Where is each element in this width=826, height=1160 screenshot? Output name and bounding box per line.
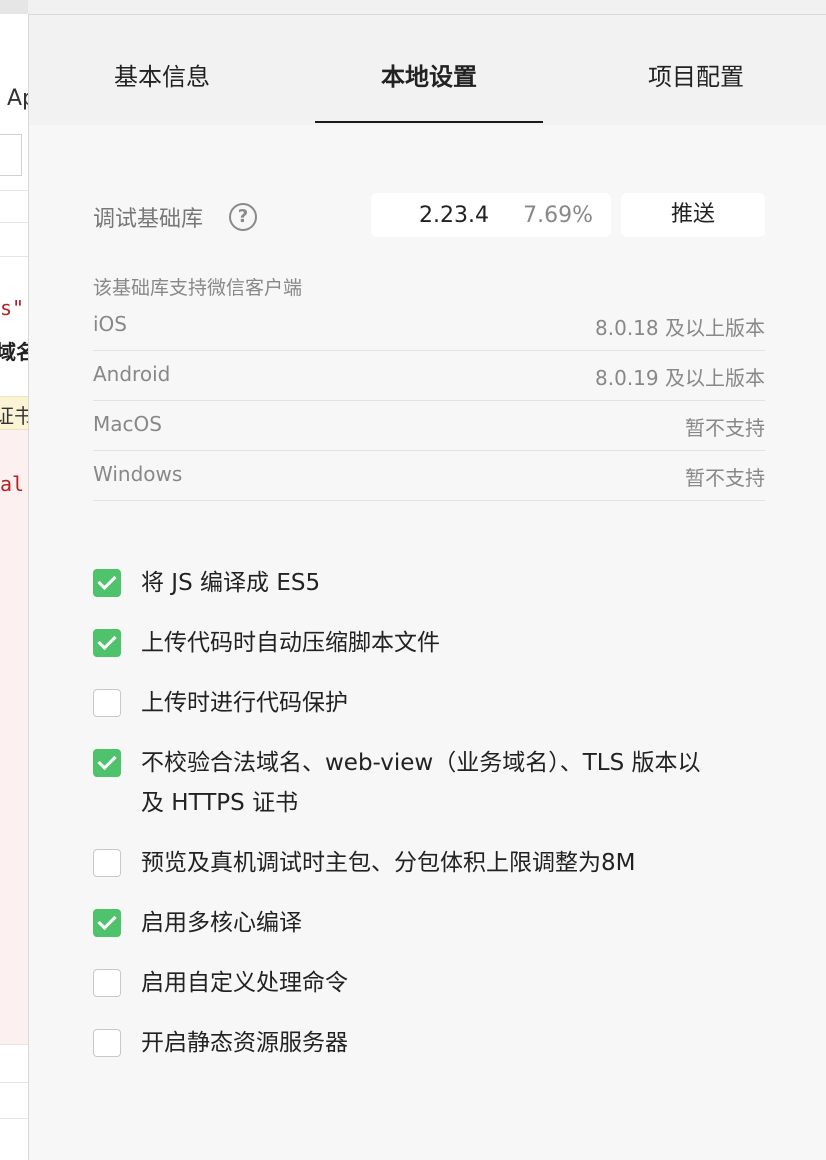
editor-input-fragment[interactable] (0, 134, 22, 176)
option-label: 启用自定义处理命令 (141, 970, 348, 996)
checkbox-compile-es5[interactable] (93, 569, 121, 597)
editor-divider (0, 222, 28, 223)
support-os: Windows (93, 462, 183, 486)
editor-code-fragment: s" (0, 296, 25, 320)
client-support-title: 该基础库支持微信客户端 (93, 277, 303, 299)
checkbox-skip-domain-check[interactable] (93, 749, 121, 777)
checkbox-multicore-compile[interactable] (93, 909, 121, 937)
checkbox-code-protection[interactable] (93, 689, 121, 717)
settings-tab-bar: 基本信息 本地设置 项目配置 (29, 15, 826, 125)
support-version: 暂不支持 (685, 416, 765, 440)
background-editor: Ap s" 域名 证书 al (0, 0, 28, 1160)
checkbox-minify-scripts[interactable] (93, 629, 121, 657)
option-label: 不校验合法域名、web-view（业务域名）、TLS 版本以及 HTTPS 证书 (141, 750, 701, 816)
question-circle-icon[interactable]: ? (229, 203, 257, 231)
editor-highlight: 证书 (0, 396, 28, 430)
option-label: 开启静态资源服务器 (141, 1030, 348, 1056)
support-version: 暂不支持 (685, 466, 765, 490)
support-row-windows: Windows 暂不支持 (93, 451, 765, 501)
option-label: 将 JS 编译成 ES5 (141, 570, 321, 596)
support-os: iOS (93, 312, 127, 336)
base-library-label: 调试基础库 (93, 207, 204, 232)
editor-divider (0, 256, 28, 257)
editor-divider (0, 1118, 28, 1119)
support-version: 8.0.18 及以上版本 (595, 316, 765, 340)
editor-top-bar (0, 0, 28, 14)
editor-divider (0, 1044, 28, 1045)
support-version: 8.0.19 及以上版本 (595, 366, 765, 390)
base-library-version: 2.23.4 (419, 203, 489, 228)
project-settings-panel: 基本信息 本地设置 项目配置 调试基础库 ? 2.23.4 7.69% 推送 该… (28, 14, 826, 1160)
tab-project-config[interactable]: 项目配置 (589, 15, 803, 125)
support-os: Android (93, 362, 171, 386)
tab-local-settings[interactable]: 本地设置 (315, 15, 543, 125)
checkbox-raise-package-limit[interactable] (93, 849, 121, 877)
editor-divider (0, 190, 28, 191)
option-label: 启用多核心编译 (141, 910, 302, 936)
support-row-android: Android 8.0.19 及以上版本 (93, 351, 765, 401)
checkbox-static-server[interactable] (93, 1029, 121, 1057)
support-os: MacOS (93, 412, 162, 436)
editor-code-fragment: 域名 (0, 340, 28, 364)
editor-code-fragment: al (0, 472, 25, 496)
editor-tab-fragment: Ap (7, 86, 28, 111)
editor-diff-region (0, 430, 28, 1044)
option-label: 上传代码时自动压缩脚本文件 (141, 630, 440, 656)
editor-highlight-text: 证书 (0, 404, 28, 428)
push-button[interactable]: 推送 (621, 193, 765, 237)
tab-basic-info[interactable]: 基本信息 (69, 15, 255, 125)
base-library-usage-percent: 7.69% (523, 203, 593, 228)
checkbox-custom-commands[interactable] (93, 969, 121, 997)
support-row-ios: iOS 8.0.18 及以上版本 (93, 301, 765, 351)
active-tab-indicator (315, 121, 543, 123)
support-row-macos: MacOS 暂不支持 (93, 401, 765, 451)
base-library-version-select[interactable]: 2.23.4 7.69% (371, 193, 611, 237)
option-label: 上传时进行代码保护 (141, 690, 348, 716)
editor-divider (0, 1082, 28, 1083)
option-label: 预览及真机调试时主包、分包体积上限调整为8M (141, 850, 636, 876)
